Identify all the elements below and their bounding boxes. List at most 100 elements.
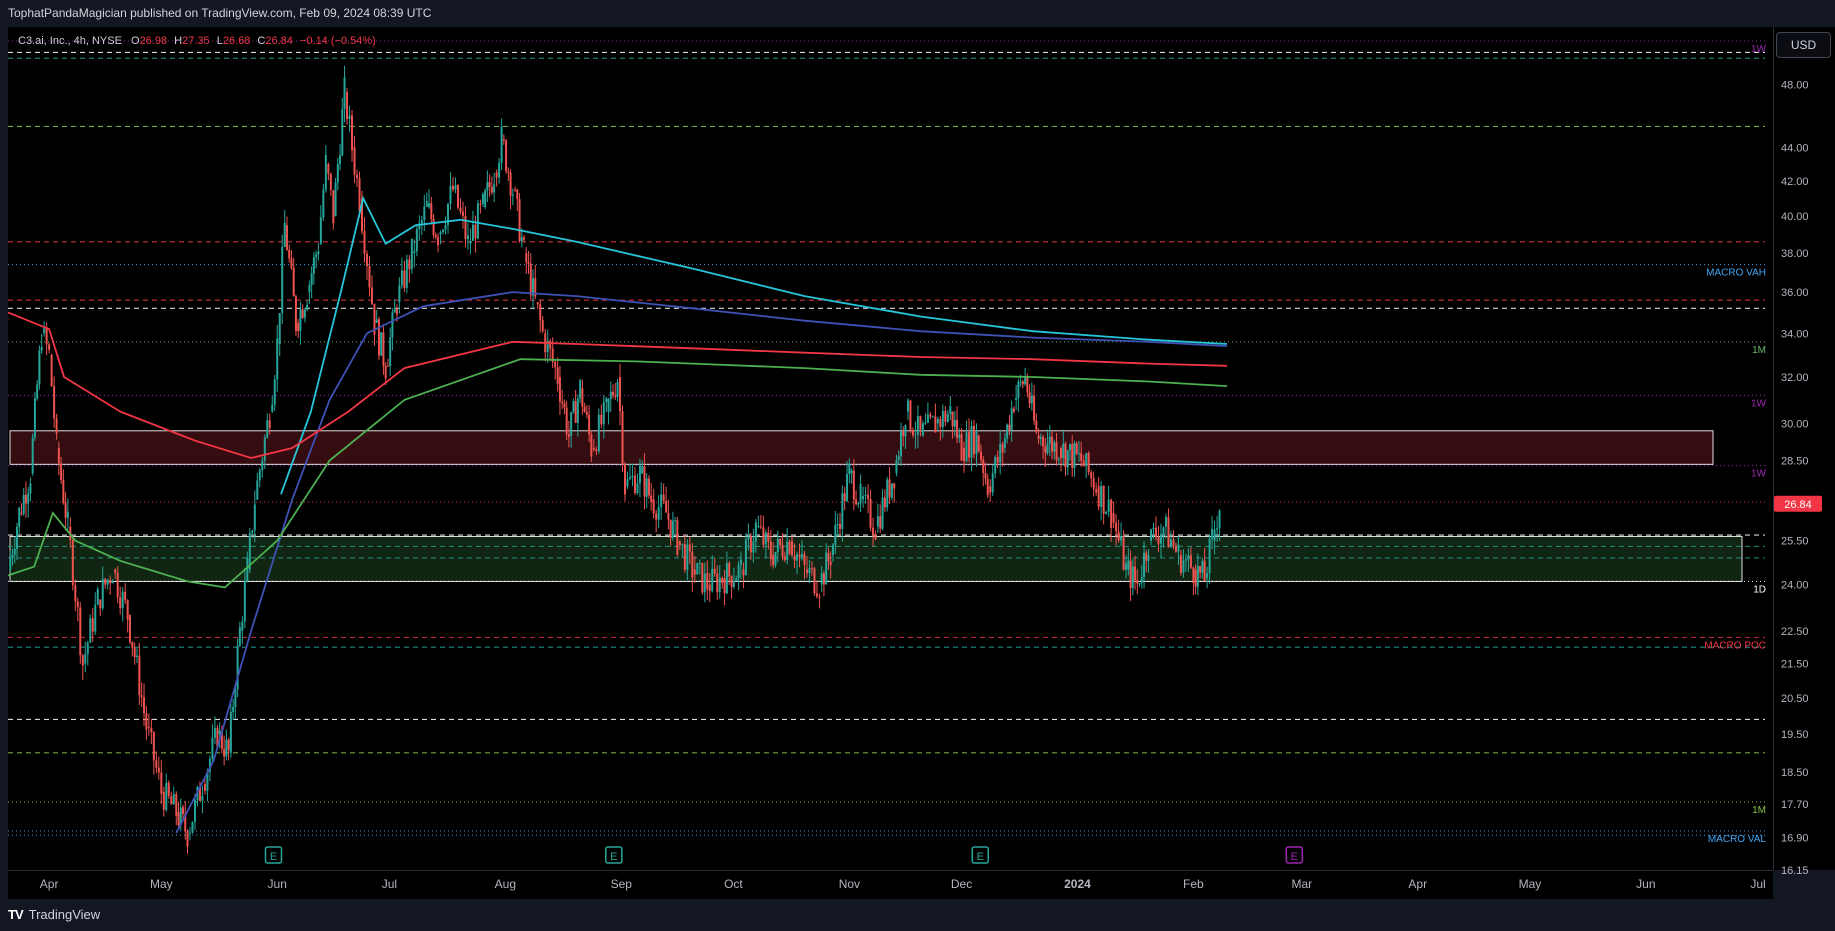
y-tick-label: 18.50 [1781, 767, 1809, 779]
candle-body [529, 263, 532, 296]
candle-body [911, 429, 914, 436]
candle-body [798, 554, 801, 557]
candle-body [18, 507, 21, 527]
candle-body [567, 434, 570, 437]
candle-body [1169, 539, 1172, 548]
candle-body [71, 539, 74, 586]
candle-body [1090, 472, 1093, 478]
candle-body [358, 178, 361, 212]
candle-body [106, 579, 109, 585]
candle-body [119, 597, 122, 609]
candle-body [872, 527, 875, 535]
candle-body [979, 451, 982, 460]
candle-body [1006, 424, 1009, 439]
candle-body [188, 832, 191, 834]
candle-body [327, 164, 330, 174]
candle-body [1131, 566, 1134, 588]
candle-body [1077, 453, 1080, 455]
candle-body [683, 543, 686, 570]
candle-body [172, 793, 175, 805]
candle-body [1154, 527, 1157, 537]
candle-body [518, 199, 521, 242]
zone-box [9, 535, 1743, 582]
candle-body [624, 464, 627, 495]
price-chart[interactable]: 1W MACRO VAH 1M 1W 1W 1D MACRO POC 1M MACRO VAL E… [0, 0, 1835, 931]
candle-body [626, 479, 629, 487]
candle-body [495, 172, 498, 178]
candle-body [1051, 436, 1054, 452]
candle-body [152, 732, 155, 761]
candle-body [400, 270, 403, 286]
y-tick-label: 19.50 [1781, 729, 1809, 741]
candle-body [380, 332, 383, 356]
candle-body [351, 115, 354, 151]
candle-body [50, 354, 53, 387]
candle-body [1110, 499, 1113, 528]
footer-brand[interactable]: TV TradingView [8, 902, 100, 926]
candle-body [523, 237, 526, 240]
candle-body [902, 431, 905, 437]
candle-body [1100, 485, 1103, 507]
candle-body [1150, 529, 1153, 541]
candle-body [1037, 435, 1040, 439]
y-tick-label: 36.00 [1781, 287, 1809, 299]
candle-body [539, 304, 542, 321]
candle-body [339, 155, 342, 165]
candle-body [749, 536, 752, 553]
candle-body [926, 414, 929, 423]
level-label: MACRO VAL [1708, 834, 1767, 845]
candle-body [1134, 566, 1137, 581]
candle-body [1042, 437, 1045, 447]
earnings-label: E [270, 851, 277, 863]
candle-body [36, 384, 39, 399]
candle-body [815, 593, 818, 597]
candle-body [609, 391, 612, 399]
candle-body [921, 423, 924, 436]
candle-body [33, 398, 36, 438]
candle-body [13, 548, 16, 555]
candle-body [423, 206, 426, 221]
candle-body [855, 499, 858, 505]
x-tick-label: Dec [951, 877, 972, 891]
candle-body [1064, 443, 1067, 468]
candle-body [904, 425, 907, 437]
candle-body [1199, 566, 1202, 573]
candle-body [454, 185, 457, 190]
candle-body [322, 189, 325, 218]
candle-body [716, 573, 719, 592]
y-tick-label: 42.00 [1781, 176, 1809, 188]
candle-body [415, 229, 418, 252]
x-tick-label: 2024 [1064, 877, 1091, 891]
candle-body [691, 551, 694, 578]
candle-body [332, 190, 335, 224]
candle-body [867, 494, 870, 500]
candle-body [116, 572, 119, 598]
candle-body [703, 573, 706, 593]
candle-body [958, 434, 961, 438]
candle-body [76, 601, 79, 608]
candle-body [762, 527, 765, 545]
candle-body [574, 401, 577, 423]
candle-body [162, 791, 165, 810]
y-tick-label: 24.00 [1781, 579, 1809, 591]
candle-body [886, 479, 889, 508]
candle-body [934, 416, 937, 433]
candle-body [839, 523, 842, 529]
candle-body [449, 185, 452, 204]
candle-body [292, 267, 295, 297]
candle-body [84, 654, 87, 664]
candle-body [145, 713, 148, 730]
x-tick-label: Jul [1750, 877, 1765, 891]
candle-body [960, 434, 963, 461]
candle-body [1206, 573, 1209, 579]
candle-body [27, 493, 30, 504]
candle-body [138, 655, 141, 696]
candle-body [283, 222, 286, 247]
candle-body [509, 172, 512, 196]
candle-body [203, 783, 206, 791]
candle-body [256, 480, 259, 500]
candle-body [1177, 544, 1180, 552]
candle-body [572, 401, 575, 413]
candle-body [430, 203, 433, 219]
candle-body [1125, 563, 1128, 570]
